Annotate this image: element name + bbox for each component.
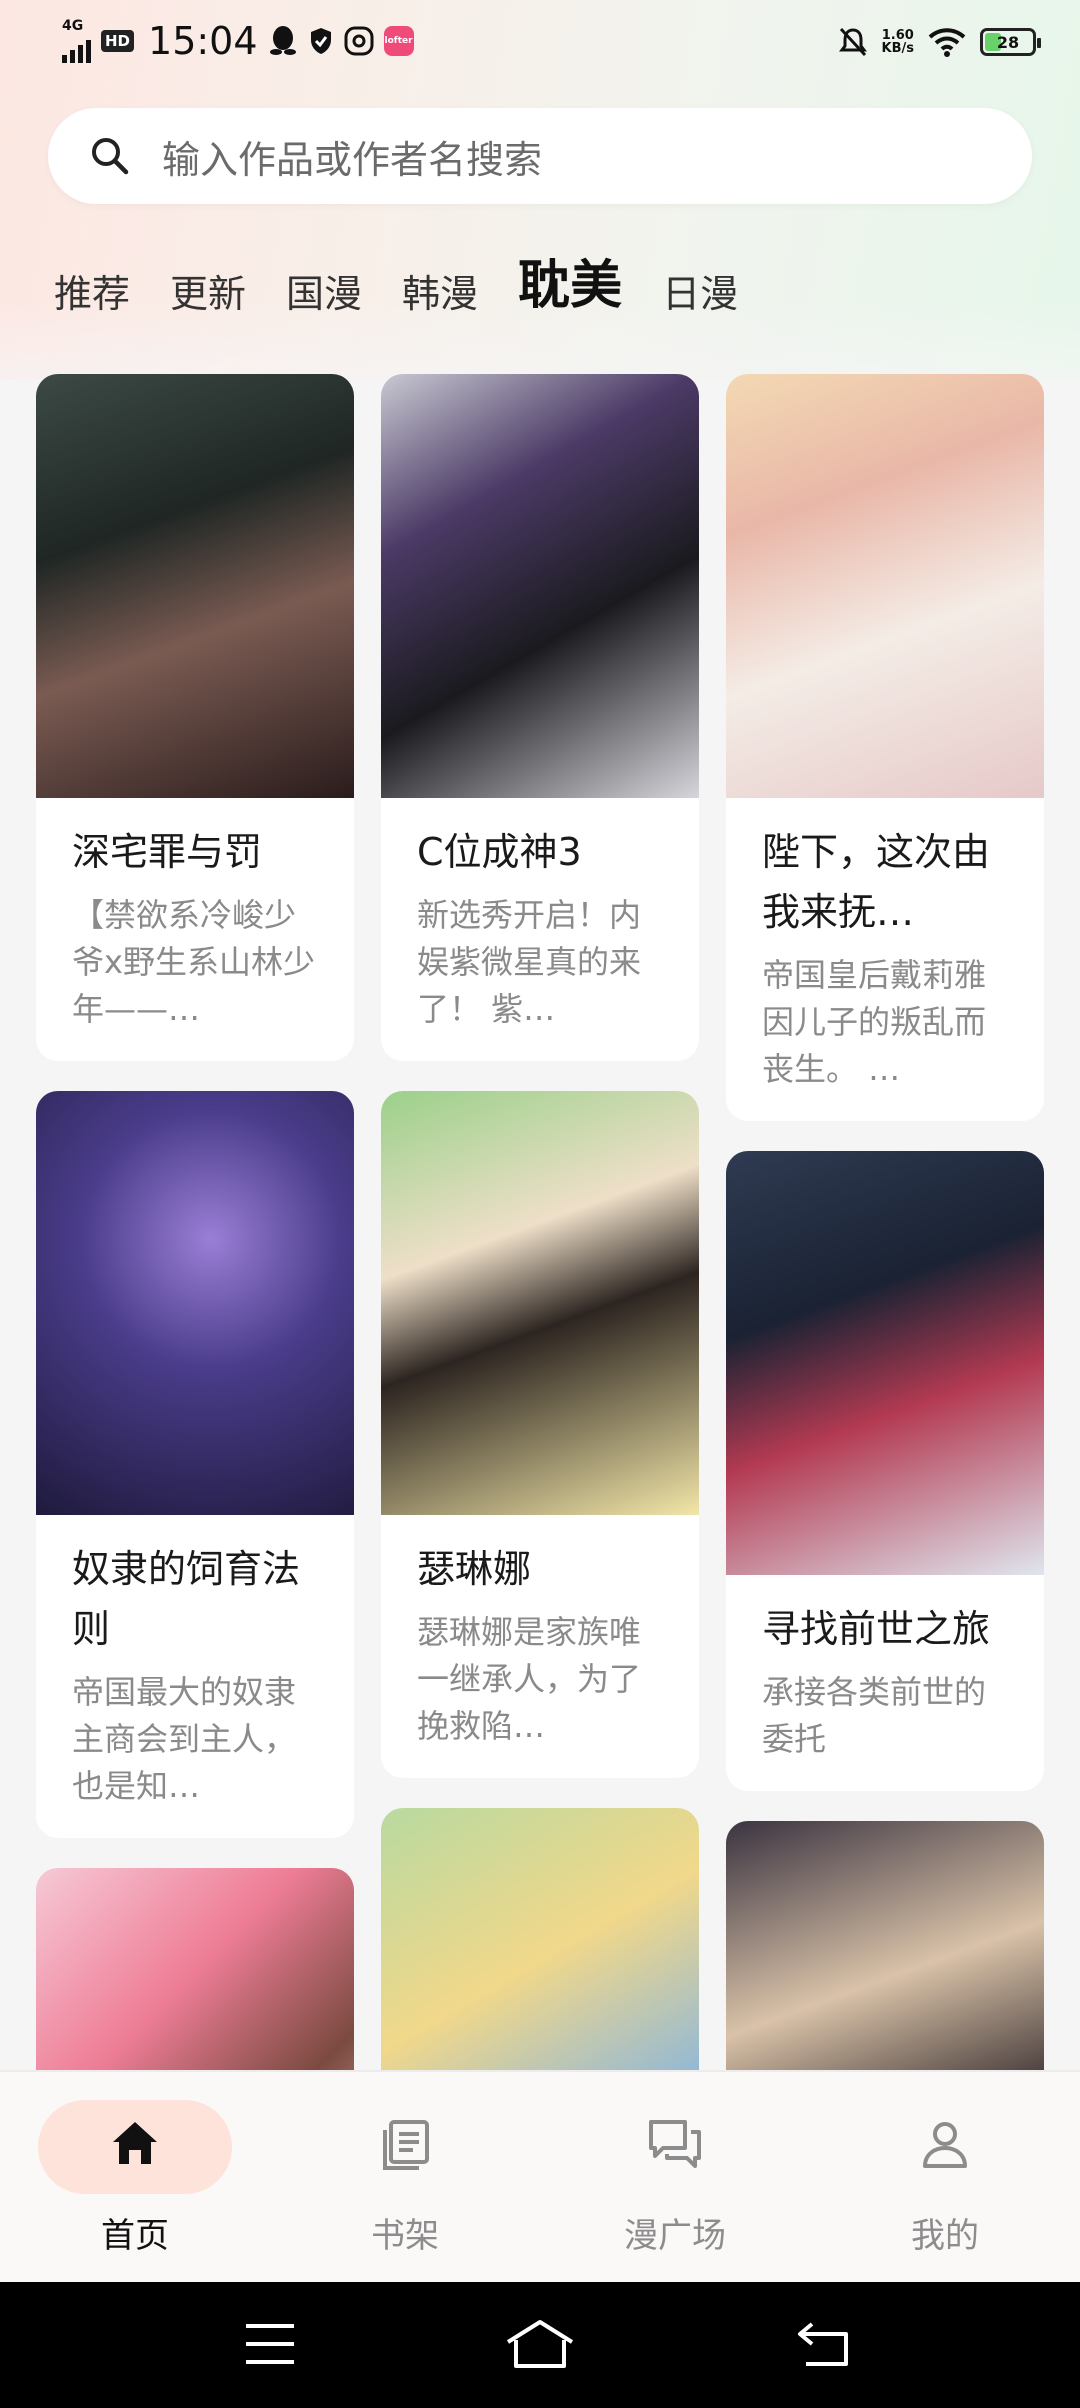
tab-japanese-comics[interactable]: 日漫 [662,263,738,324]
comic-title: C位成神3 [417,830,582,874]
comic-card[interactable]: 陛下，这次由我来抚… 帝国皇后戴莉雅因儿子的叛乱而丧生。 … [726,374,1044,1121]
search-placeholder[interactable]: 输入作品或作者名搜索 [162,129,542,184]
nav-home-label: 首页 [101,2216,169,2256]
comic-card[interactable] [726,1821,1044,2070]
comic-description: 新选秀开启！内娱紫微星真的来了！ 紫… [417,896,642,1028]
comic-card[interactable]: 深宅罪与罚 【禁欲系冷峻少爷x野生系山林少年——… [36,374,354,1061]
nav-bookshelf-label: 书架 [371,2216,439,2256]
grid-column-1: 深宅罪与罚 【禁欲系冷峻少爷x野生系山林少年——… 奴隶的饲育法则 帝国最大的奴… [36,374,354,2070]
back-icon[interactable] [796,2320,850,2368]
qq-icon [269,26,296,55]
grid-column-3: 陛下，这次由我来抚… 帝国皇后戴莉雅因儿子的叛乱而丧生。 … 寻找前世之旅 承接… [726,374,1044,2070]
comic-cover[interactable] [36,1868,354,2070]
assistant-icon [344,26,374,56]
grid-column-2: C位成神3 新选秀开启！内娱紫微星真的来了！ 紫… 瑟琳娜 瑟琳娜是家族唯一继承… [381,374,699,2070]
nav-profile-label: 我的 [911,2216,979,2256]
comic-card[interactable]: C位成神3 新选秀开启！内娱紫微星真的来了！ 紫… [381,374,699,1061]
comic-description: 【禁欲系冷峻少爷x野生系山林少年——… [72,896,315,1028]
comic-cover[interactable] [381,1091,699,1515]
wifi-icon [928,28,966,57]
comic-cover[interactable] [381,1808,699,2070]
bookshelf-icon [383,2120,429,2170]
system-navigation-bar [0,2282,1080,2408]
tab-updates[interactable]: 更新 [170,263,246,324]
tab-chinese-comics[interactable]: 国漫 [286,263,362,324]
status-bar: 4G HD 15:04 lofter 1.60 KB/s 28 [0,0,1080,84]
comic-title: 奴隶的饲育法则 [72,1547,301,1651]
comic-cover[interactable] [726,1821,1044,2070]
tab-korean-comics[interactable]: 韩漫 [402,263,478,324]
category-tabs: 推荐 更新 国漫 韩漫 耽美 日漫 [54,256,778,324]
home-outline-icon[interactable] [504,2318,576,2370]
nav-home[interactable]: 首页 [0,2072,270,2284]
battery-icon: 28 [980,28,1041,56]
tab-bl[interactable]: 耽美 [518,243,622,324]
clock: 15:04 [148,19,258,63]
menu-icon[interactable] [244,2322,296,2366]
comic-cover[interactable] [36,1091,354,1515]
profile-icon [923,2122,967,2168]
comic-card[interactable] [381,1808,699,2070]
comic-cover[interactable] [726,1151,1044,1575]
speed-unit: KB/s [881,41,914,56]
nav-bookshelf[interactable]: 书架 [270,2072,540,2284]
comic-card[interactable]: 奴隶的饲育法则 帝国最大的奴隶主商会到主人，也是知… [36,1091,354,1838]
comic-title: 深宅罪与罚 [72,830,263,874]
comic-description: 瑟琳娜是家族唯一继承人，为了挽救陷… [417,1613,642,1745]
comic-cover[interactable] [381,374,699,798]
battery-level: 28 [996,32,1020,52]
hd-badge: HD [101,30,135,52]
lofter-icon: lofter [383,26,414,56]
comic-cover[interactable] [726,374,1044,798]
nav-profile[interactable]: 我的 [810,2072,1080,2284]
comic-title: 寻找前世之旅 [762,1607,991,1651]
home-icon [113,2122,157,2164]
comic-title: 陛下，这次由我来抚… [762,830,991,934]
comic-grid: 深宅罪与罚 【禁欲系冷峻少爷x野生系山林少年——… 奴隶的饲育法则 帝国最大的奴… [0,374,1080,2070]
search-bar[interactable]: 输入作品或作者名搜索 [48,108,1032,204]
network-speed: 1.60 KB/s [882,29,914,55]
comic-cover[interactable] [36,374,354,798]
search-icon [92,138,129,175]
comic-title: 瑟琳娜 [417,1547,532,1591]
mute-bell-icon [838,27,867,57]
bottom-navigation: 首页 书架 漫广场 我的 [0,2070,1080,2284]
comic-card[interactable] [36,1868,354,2070]
lofter-label: lofter [384,36,413,46]
nav-comic-square-label: 漫广场 [624,2216,726,2256]
chat-square-icon [649,2120,701,2168]
nav-comic-square[interactable]: 漫广场 [540,2072,810,2284]
comic-description: 帝国最大的奴隶主商会到主人，也是知… [72,1673,297,1805]
tab-recommend[interactable]: 推荐 [54,263,130,324]
comic-description: 承接各类前世的委托 [762,1673,987,1758]
comic-card[interactable]: 寻找前世之旅 承接各类前世的委托 [726,1151,1044,1791]
network-type: 4G [62,18,84,34]
comic-card[interactable]: 瑟琳娜 瑟琳娜是家族唯一继承人，为了挽救陷… [381,1091,699,1778]
comic-description: 帝国皇后戴莉雅因儿子的叛乱而丧生。 … [762,956,987,1088]
shield-icon [310,28,331,54]
signal-icon [62,33,91,63]
